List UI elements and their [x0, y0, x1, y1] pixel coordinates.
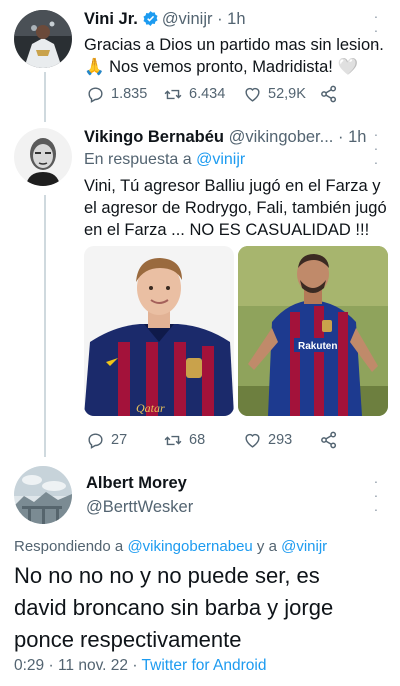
- tweet1-actions: 1.835 6.434 52,9K: [86, 84, 339, 104]
- tweet2-header: Vikingo Bernabéu @vikingober... · 1h: [84, 128, 366, 147]
- tweet2-text: Vini, Tú agresor Balliu jugó en el Farza…: [84, 175, 396, 241]
- sponsor-text: Rakuten: [298, 341, 337, 352]
- reply-icon: [88, 86, 103, 103]
- author-name[interactable]: Vikingo Bernabéu: [84, 128, 224, 146]
- author-name[interactable]: Albert Morey: [86, 474, 187, 492]
- retweet-icon: [164, 435, 182, 445]
- mention-link[interactable]: @vinijr: [281, 538, 327, 555]
- tweet-time[interactable]: · 1h: [217, 10, 245, 28]
- share-button[interactable]: [319, 430, 339, 450]
- tweet3-name: Albert Morey: [86, 474, 187, 493]
- like-count: 293: [268, 432, 293, 448]
- tweet1-header: Vini Jr. @vinijr · 1h: [84, 10, 246, 32]
- like-button[interactable]: 293: [243, 431, 319, 450]
- tweet-time[interactable]: · 1h: [338, 128, 366, 146]
- tweet2-actions: 27 68 293: [86, 430, 339, 450]
- reply-icon: [88, 432, 103, 449]
- reply-button[interactable]: 1.835: [86, 85, 163, 104]
- tweet3-text: No no no no y no puede ser, es david bro…: [14, 560, 390, 656]
- mention-link[interactable]: @vinijr: [196, 151, 245, 168]
- tweet-text-line: 🙏 Nos vemos pronto, Madridista! 🤍: [84, 58, 359, 76]
- reply-join: y a: [256, 538, 277, 555]
- reply-prefix: Respondiendo a: [14, 538, 124, 555]
- avatar-vikingo[interactable]: [14, 128, 72, 186]
- tweet-timestamp[interactable]: 0:29 · 11 nov. 22 ·: [14, 657, 138, 674]
- reply-context: En respuesta a @vinijr: [84, 151, 245, 169]
- tweet-text-line: en el Farza ... NO ES CASUALIDAD !!!: [84, 221, 370, 239]
- tweet-metadata: 0:29 · 11 nov. 22 · Twitter for Android: [14, 657, 266, 675]
- retweet-icon: [164, 89, 182, 99]
- author-handle[interactable]: @vinijr: [162, 10, 213, 28]
- share-icon: [321, 85, 337, 103]
- tweet-text-line: Vini, Tú agresor Balliu jugó en el Farza…: [84, 177, 381, 195]
- sponsor-text: Qatar: [136, 401, 165, 415]
- tweet-source[interactable]: Twitter for Android: [142, 657, 267, 674]
- tweet3-handle: @BerttWesker: [86, 498, 193, 517]
- mention-link[interactable]: @vikingobernabeu: [127, 538, 252, 555]
- thread-line-1: [44, 72, 46, 122]
- thread-line-2: [44, 195, 46, 457]
- tweet-text-line: Gracias a Dios un partido mas sin lesion…: [84, 36, 384, 54]
- author-handle[interactable]: @vikingober...: [229, 128, 334, 146]
- tweet-text-line: ponce respectivamente: [14, 627, 242, 652]
- avatar-albert-morey[interactable]: [14, 466, 72, 524]
- reply-button[interactable]: 27: [86, 431, 163, 450]
- author-handle[interactable]: @BerttWesker: [86, 498, 193, 516]
- reply-count: 27: [111, 432, 128, 448]
- tweet-text-line: el agresor de Rodrygo, Fali, también jug…: [84, 199, 387, 217]
- tweet-text-line: No no no no y no puede ser, es: [14, 563, 320, 588]
- more-icon[interactable]: · · ·: [371, 127, 381, 169]
- more-icon[interactable]: · · ·: [371, 474, 381, 516]
- retweet-count: 68: [189, 432, 206, 448]
- tweet-photo-2[interactable]: Rakuten: [238, 246, 388, 416]
- reply-prefix: En respuesta a: [84, 151, 192, 168]
- avatar-vinijr[interactable]: [14, 10, 72, 68]
- like-icon: [245, 433, 260, 448]
- author-name[interactable]: Vini Jr.: [84, 10, 138, 28]
- retweet-button[interactable]: 6.434: [163, 85, 243, 104]
- share-icon: [321, 431, 337, 449]
- like-button[interactable]: 52,9K: [243, 85, 319, 104]
- share-button[interactable]: [319, 84, 339, 104]
- verified-badge-icon: [142, 10, 159, 32]
- reply-context: Respondiendo a @vikingobernabeu y a @vin…: [14, 538, 327, 555]
- reply-count: 1.835: [111, 86, 148, 102]
- retweet-button[interactable]: 68: [163, 431, 243, 450]
- tweet-photo-1[interactable]: Qatar: [84, 246, 234, 416]
- retweet-count: 6.434: [189, 86, 226, 102]
- tweet-text-line: david broncano sin barba y jorge: [14, 595, 334, 620]
- like-icon: [245, 87, 260, 102]
- tweet1-text: Gracias a Dios un partido mas sin lesion…: [84, 34, 394, 78]
- like-count: 52,9K: [268, 86, 306, 102]
